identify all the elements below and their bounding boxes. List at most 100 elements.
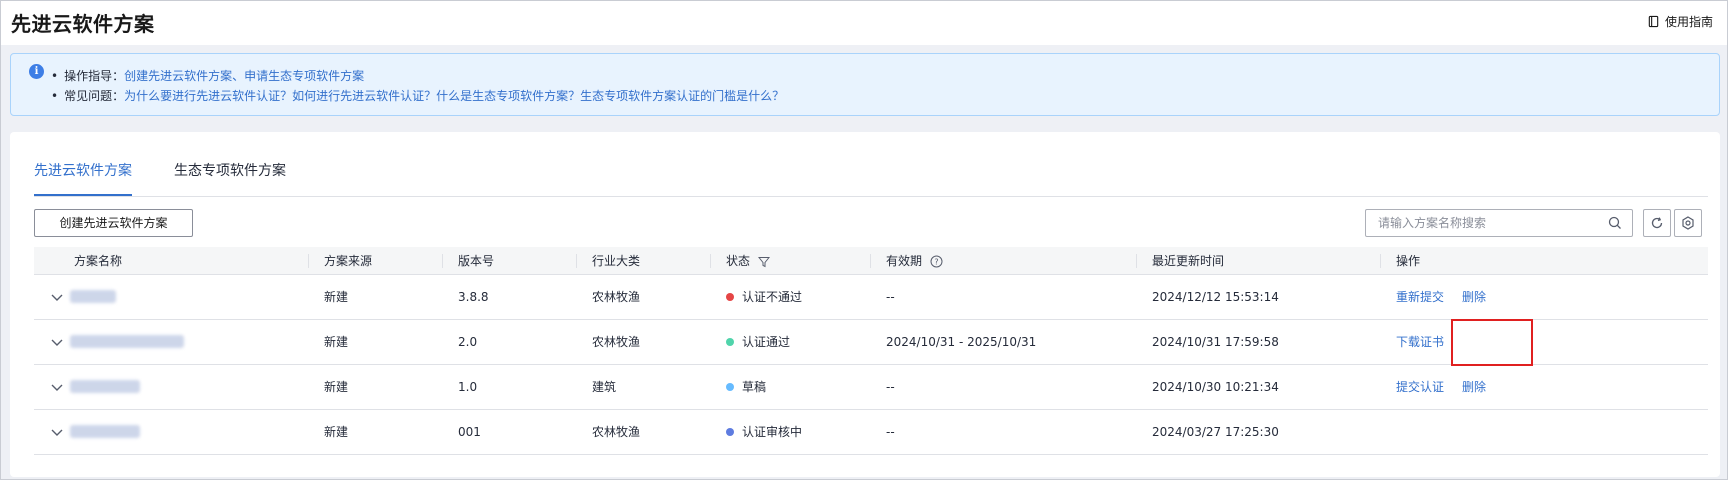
cell-status: 认证审核中 (726, 410, 802, 454)
status-label: 认证审核中 (742, 425, 803, 439)
refresh-button[interactable] (1643, 209, 1671, 237)
header-status-label: 状态 (726, 254, 751, 268)
cell-industry: 农林牧渔 (592, 290, 641, 304)
book-icon (1648, 15, 1659, 27)
cell-version: 1.0 (458, 380, 478, 394)
filter-icon[interactable] (757, 256, 770, 268)
faq-link-how-certify[interactable]: 如何进行先进云软件认证？ (292, 89, 436, 103)
table-header: 方案名称 方案来源 版本号 行业大类 状态 有效期 ? 最近更新时间 操作 (34, 247, 1708, 275)
notice-line-faq: • 常见问题：为什么要进行先进云软件认证？如何进行先进云软件认证？什么是生态专项软… (51, 89, 785, 103)
help-icon[interactable]: ? (930, 255, 943, 268)
cell-source: 新建 (324, 380, 349, 394)
cell-updated: 2024/10/30 10:21:34 (1152, 380, 1279, 394)
column-divider (308, 254, 309, 268)
cell-industry: 农林牧渔 (592, 425, 641, 439)
status-label: 认证通过 (742, 335, 791, 349)
tab-bar: 先进云软件方案 生态专项软件方案 (34, 160, 1708, 197)
cell-status: 认证通过 (726, 320, 790, 364)
settings-button[interactable] (1674, 209, 1702, 237)
cell-source: 新建 (324, 290, 349, 304)
status-dot-failed (726, 292, 734, 301)
status-dot-passed (726, 337, 734, 346)
cell-validity: 2024/10/31 - 2025/10/31 (886, 335, 1037, 349)
cell-source: 新建 (324, 335, 349, 349)
cell-version: 2.0 (458, 335, 478, 349)
chevron-down-icon[interactable] (50, 335, 64, 349)
cell-version: 001 (458, 425, 481, 439)
solution-name-redacted[interactable] (70, 335, 184, 348)
cell-version: 3.8.8 (458, 290, 489, 304)
user-guide-link[interactable]: 使用指南 (1647, 12, 1713, 30)
cell-industry: 建筑 (592, 380, 617, 394)
delete-link[interactable]: 删除 (1462, 380, 1486, 394)
create-solution-button[interactable]: 创建先进云软件方案 (34, 209, 193, 237)
cell-updated: 2024/03/27 17:25:30 (1152, 425, 1279, 439)
solution-name-redacted[interactable] (70, 380, 140, 393)
gear-icon (1682, 216, 1694, 230)
table-row: 新建 3.8.8 农林牧渔 认证不通过 -- 2024/12/12 15:53:… (34, 275, 1708, 320)
header-status: 状态 (726, 247, 770, 275)
search-icon[interactable] (1608, 216, 1622, 230)
cell-updated: 2024/12/12 15:53:14 (1152, 290, 1279, 304)
cell-status: 认证不通过 (726, 275, 802, 319)
solution-name-redacted[interactable] (70, 290, 116, 303)
notice-line-guide: • 操作指导：创建先进云软件方案、申请生态专项软件方案 (51, 69, 365, 83)
table-row: 新建 2.0 农林牧渔 认证通过 2024/10/31 - 2025/10/31… (34, 320, 1708, 365)
column-divider (576, 254, 577, 268)
cell-actions: 重新提交 删除 (1396, 275, 1504, 319)
header-source: 方案来源 (324, 254, 373, 268)
submit-certification-link[interactable]: 提交认证 (1396, 380, 1444, 394)
header-industry: 行业大类 (592, 254, 641, 268)
table-row: 新建 1.0 建筑 草稿 -- 2024/10/30 10:21:34 提交认证… (34, 365, 1708, 410)
info-notice: i • 操作指导：创建先进云软件方案、申请生态专项软件方案 • 常见问题：为什么要进… (10, 53, 1720, 116)
column-divider (442, 254, 443, 268)
status-dot-draft (726, 382, 734, 391)
cell-updated: 2024/10/31 17:59:58 (1152, 335, 1279, 349)
cell-source: 新建 (324, 425, 349, 439)
header-bar: 先进云软件方案 使用指南 (1, 1, 1727, 45)
resubmit-link[interactable]: 重新提交 (1396, 290, 1444, 304)
download-certificate-link[interactable]: 下载证书 (1396, 335, 1444, 349)
chevron-down-icon[interactable] (50, 380, 64, 394)
column-divider (1136, 254, 1137, 268)
status-label: 认证不通过 (742, 290, 803, 304)
header-actions: 操作 (1396, 254, 1421, 268)
header-name: 方案名称 (74, 254, 123, 268)
column-divider (710, 254, 711, 268)
chevron-down-icon[interactable] (50, 425, 64, 439)
faq-link-eco-threshold[interactable]: 生态专项软件方案认证的门槛是什么？ (580, 89, 784, 103)
refresh-icon (1651, 217, 1663, 229)
cell-actions: 提交认证 删除 (1396, 365, 1504, 409)
cell-validity: -- (886, 290, 895, 304)
notice-faq-prefix: 常见问题： (64, 89, 125, 103)
link-create-solution[interactable]: 创建先进云软件方案 (124, 69, 232, 83)
table-row: 新建 001 农林牧渔 认证审核中 -- 2024/03/27 17:25:30 (34, 410, 1708, 455)
tab-eco-special[interactable]: 生态专项软件方案 (174, 160, 286, 196)
header-updated: 最近更新时间 (1152, 254, 1225, 268)
tab-advanced-cloud[interactable]: 先进云软件方案 (34, 160, 132, 196)
page-title: 先进云软件方案 (11, 12, 155, 36)
solution-table: 方案名称 方案来源 版本号 行业大类 状态 有效期 ? 最近更新时间 操作 新建… (34, 247, 1708, 455)
status-dot-reviewing (726, 427, 734, 436)
column-divider (1380, 254, 1381, 268)
chevron-down-icon[interactable] (50, 290, 64, 304)
column-divider (870, 254, 871, 268)
notice-separator: 、 (232, 69, 245, 83)
status-label: 草稿 (742, 380, 767, 394)
search-input[interactable] (1366, 210, 1586, 236)
main-card: 先进云软件方案 生态专项软件方案 创建先进云软件方案 方案名称 方案来源 版本号 (10, 132, 1720, 477)
header-validity: 有效期 ? (886, 247, 943, 275)
cell-actions: 下载证书 (1396, 320, 1462, 364)
search-box (1365, 209, 1633, 237)
faq-link-why-certify[interactable]: 为什么要进行先进云软件认证？ (124, 89, 292, 103)
header-version: 版本号 (458, 254, 495, 268)
notice-guide-prefix: 操作指导： (64, 69, 125, 83)
delete-link[interactable]: 删除 (1462, 290, 1486, 304)
solution-name-redacted[interactable] (70, 425, 140, 438)
link-apply-eco-solution[interactable]: 申请生态专项软件方案 (244, 69, 364, 83)
cell-validity: -- (886, 425, 895, 439)
header-validity-label: 有效期 (886, 254, 923, 268)
info-icon: i (29, 64, 44, 79)
faq-link-what-is-eco[interactable]: 什么是生态专项软件方案？ (436, 89, 580, 103)
cell-validity: -- (886, 380, 895, 394)
